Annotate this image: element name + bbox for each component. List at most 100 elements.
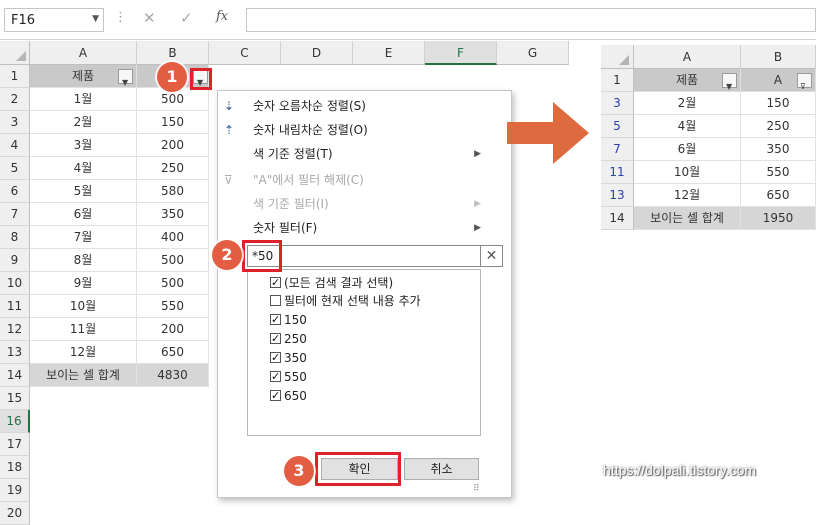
table-cell[interactable]: 10월	[30, 295, 137, 318]
table-cell[interactable]: 400	[137, 226, 209, 249]
row-header[interactable]: 3	[601, 92, 634, 115]
row-header[interactable]: 7	[0, 203, 30, 226]
table-cell[interactable]: 1월	[30, 88, 137, 111]
table-cell[interactable]: 12월	[634, 184, 741, 207]
table-cell[interactable]: 2월	[30, 111, 137, 134]
filter-dropdown-a[interactable]: ▼	[722, 73, 737, 91]
result-header-value[interactable]: A ⊽	[741, 69, 816, 92]
table-cell[interactable]: 350	[137, 203, 209, 226]
table-cell[interactable]: 200	[137, 134, 209, 157]
table-cell[interactable]: 9월	[30, 272, 137, 295]
list-item[interactable]: 150	[248, 311, 478, 329]
row-header[interactable]: 11	[0, 295, 30, 318]
enter-icon[interactable]: ✓	[180, 9, 193, 27]
table-cell[interactable]: 4월	[634, 115, 741, 138]
row-header[interactable]: 12	[0, 318, 30, 341]
row-header[interactable]: 17	[0, 433, 30, 456]
checkbox[interactable]	[270, 295, 281, 306]
table-cell[interactable]: 500	[137, 249, 209, 272]
table-cell[interactable]: 11월	[30, 318, 137, 341]
name-box[interactable]: F16 ▼	[4, 8, 104, 32]
table-cell[interactable]: 250	[741, 115, 816, 138]
table-cell[interactable]: 150	[741, 92, 816, 115]
column-header-e[interactable]: E	[353, 41, 425, 65]
list-item[interactable]: 250	[248, 330, 478, 348]
column-header-d[interactable]: D	[281, 41, 353, 65]
table-cell[interactable]: 650	[741, 184, 816, 207]
checkbox[interactable]	[270, 387, 281, 405]
menu-sort-descending[interactable]: ⇡ 숫자 내림차순 정렬(O)	[218, 118, 511, 142]
checkbox[interactable]	[270, 368, 281, 386]
row-header[interactable]: 14	[0, 364, 30, 387]
table-cell[interactable]: 550	[741, 161, 816, 184]
resize-grip-icon[interactable]: ⠿	[473, 484, 480, 494]
row-header[interactable]: 5	[0, 157, 30, 180]
table-cell[interactable]: 550	[137, 295, 209, 318]
table-cell[interactable]: 5월	[30, 180, 137, 203]
column-header-b[interactable]: B	[741, 45, 816, 69]
table-cell[interactable]: 580	[137, 180, 209, 203]
row-header[interactable]: 6	[0, 180, 30, 203]
table-cell[interactable]: 7월	[30, 226, 137, 249]
total-label-cell[interactable]: 보이는 셀 합계	[30, 364, 137, 387]
table-cell[interactable]: 2월	[634, 92, 741, 115]
row-header[interactable]: 8	[0, 226, 30, 249]
table-cell[interactable]: 10월	[634, 161, 741, 184]
row-header[interactable]: 5	[601, 115, 634, 138]
row-header[interactable]: 1	[0, 65, 30, 88]
table-cell[interactable]: 6월	[30, 203, 137, 226]
function-icon[interactable]: fx	[216, 9, 228, 24]
column-header-g[interactable]: G	[497, 41, 569, 65]
table-cell[interactable]: 150	[137, 111, 209, 134]
menu-sort-ascending[interactable]: ⇣ 숫자 오름차순 정렬(S)	[218, 94, 511, 118]
formula-input[interactable]	[246, 8, 816, 32]
row-header[interactable]: 19	[0, 479, 30, 502]
row-header[interactable]: 13	[0, 341, 30, 364]
row-header[interactable]: 2	[0, 88, 30, 111]
clear-search-button[interactable]: ✕	[481, 245, 503, 267]
column-header-f[interactable]: F	[425, 41, 497, 65]
row-header[interactable]: 3	[0, 111, 30, 134]
total-label-cell[interactable]: 보이는 셀 합계	[634, 207, 741, 230]
row-header[interactable]: 7	[601, 138, 634, 161]
menu-number-filters[interactable]: 숫자 필터(F) ▶	[218, 216, 511, 240]
checkbox[interactable]	[270, 330, 281, 348]
checkbox[interactable]	[270, 274, 281, 292]
row-header[interactable]: 15	[0, 387, 30, 410]
chevron-down-icon[interactable]: ▼	[92, 14, 99, 24]
table-cell[interactable]: 650	[137, 341, 209, 364]
menu-sort-by-color[interactable]: 색 기준 정렬(T) ▶	[218, 142, 511, 166]
table-cell[interactable]: 12월	[30, 341, 137, 364]
row-header[interactable]: 20	[0, 502, 30, 525]
list-item[interactable]: (모든 검색 결과 선택)	[248, 274, 478, 292]
row-header[interactable]: 18	[0, 456, 30, 479]
menu-filter-by-color[interactable]: 색 기준 필터(I) ▶	[218, 192, 511, 216]
row-header[interactable]: 4	[0, 134, 30, 157]
select-all-corner[interactable]	[601, 45, 634, 69]
filter-dropdown-a[interactable]: ▼	[118, 69, 133, 87]
row-header[interactable]: 1	[601, 69, 634, 92]
total-value-cell[interactable]: 1950	[741, 207, 816, 230]
row-header[interactable]: 13	[601, 184, 634, 207]
cancel-icon[interactable]: ✕	[143, 9, 156, 27]
cancel-button[interactable]: 취소	[404, 458, 479, 480]
list-item[interactable]: 650	[248, 387, 478, 405]
select-all-corner[interactable]	[0, 41, 30, 65]
table-cell[interactable]: 4월	[30, 157, 137, 180]
table-cell[interactable]: 6월	[634, 138, 741, 161]
checkbox[interactable]	[270, 311, 281, 329]
row-header[interactable]: 16	[0, 410, 30, 433]
table-header-product[interactable]: 제품 ▼	[30, 65, 137, 88]
checkbox[interactable]	[270, 349, 281, 367]
table-cell[interactable]: 8월	[30, 249, 137, 272]
row-header[interactable]: 14	[601, 207, 634, 230]
column-header-a[interactable]: A	[634, 45, 741, 69]
row-header[interactable]: 10	[0, 272, 30, 295]
filter-search-input[interactable]: *50	[247, 245, 481, 267]
total-value-cell[interactable]: 4830	[137, 364, 209, 387]
filter-active-dropdown[interactable]: ⊽	[797, 73, 812, 91]
column-header-a[interactable]: A	[30, 41, 137, 65]
list-item[interactable]: 350	[248, 349, 478, 367]
table-cell[interactable]: 500	[137, 272, 209, 295]
row-header[interactable]: 9	[0, 249, 30, 272]
